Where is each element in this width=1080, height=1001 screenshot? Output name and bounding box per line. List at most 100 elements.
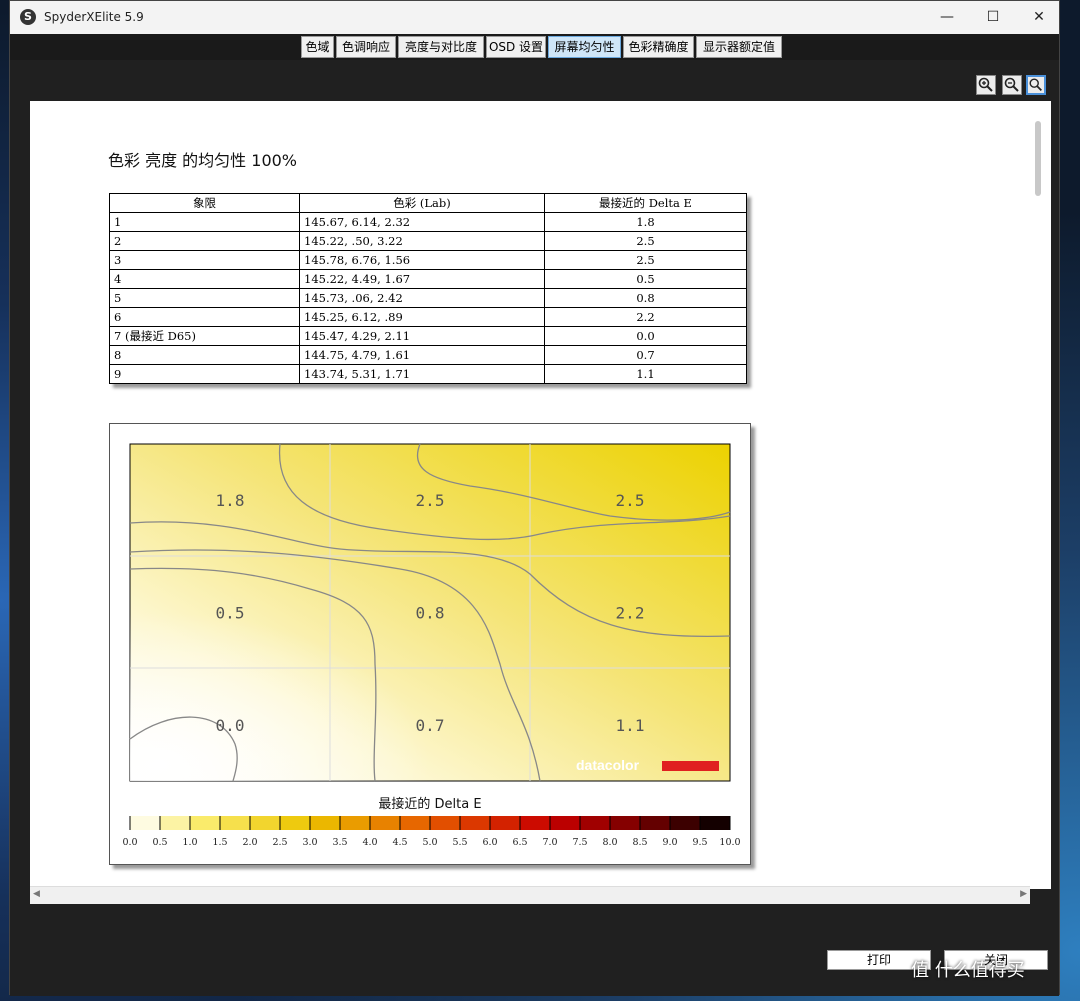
zoom-out-icon[interactable] [1002,75,1022,95]
report-page: 色彩 亮度 的均匀性 100% 象限 色彩 (Lab) 最接近的 Delta E… [30,101,1051,889]
scale-tick-label: 1.5 [212,837,227,848]
tab-tone-response[interactable]: 色调响应 [336,36,396,58]
scale-tick-label: 10.0 [719,837,740,848]
scale-tick-label: 8.0 [602,837,617,848]
heatmap-cell-value: 1.1 [616,716,645,735]
scale-tick-label: 5.0 [422,837,437,848]
table-row: 2 145.22, .50, 3.22 2.5 [109,231,747,251]
maximize-icon[interactable]: ☐ [970,1,1016,34]
scale-segment [130,816,161,830]
table-row: 5 145.73, .06, 2.42 0.8 [109,288,747,308]
scale-tick-label: 5.5 [452,837,467,848]
zoom-fit-icon[interactable] [1026,75,1046,95]
title-bar: S SpyderXElite 5.9 — ☐ ✕ [10,1,1059,34]
heatmap-cell-value: 1.8 [216,491,245,510]
tab-brightness-contrast[interactable]: 亮度与对比度 [398,36,484,58]
scale-tick-label: 3.0 [302,837,317,848]
scale-tick-label: 0.5 [152,837,167,848]
datacolor-logo-text: datacolor [576,757,640,773]
scale-tick-label: 9.5 [692,837,707,848]
header-delta-e: 最接近的 Delta E [544,193,747,213]
header-quadrant: 象限 [109,193,300,213]
table-row: 1 145.67, 6.14, 2.32 1.8 [109,212,747,232]
scale-tick-label: 7.5 [572,837,587,848]
cell-quadrant: 1 [109,212,300,232]
scale-tick-label: 9.0 [662,837,677,848]
cell-delta-e: 0.7 [544,345,747,365]
tab-bar: 色域 色调响应 亮度与对比度 OSD 设置 屏幕均匀性 色彩精确度 显示器额定值 [10,34,1059,60]
cell-quadrant: 8 [109,345,300,365]
cell-delta-e: 0.8 [544,288,747,308]
header-lab: 色彩 (Lab) [299,193,545,213]
cell-delta-e: 1.8 [544,212,747,232]
vertical-scroll-thumb[interactable] [1035,121,1041,196]
cell-delta-e: 0.5 [544,269,747,289]
heatmap-cell-value: 0.7 [416,716,445,735]
cell-lab: 145.67, 6.14, 2.32 [299,212,545,232]
table-row: 7 (最接近 D65) 145.47, 4.29, 2.11 0.0 [109,326,747,346]
app-icon: S [20,9,36,25]
cell-delta-e: 2.5 [544,250,747,270]
heatmap-cell-value: 2.5 [616,491,645,510]
uniformity-table: 象限 色彩 (Lab) 最接近的 Delta E 1 145.67, 6.14, … [109,193,747,384]
tab-color-accuracy[interactable]: 色彩精确度 [623,36,694,58]
heatmap-svg: 1.8 2.5 2.5 0.5 0.8 2.2 0.0 0.7 1.1 datacolor 最接… [122,443,741,848]
zoom-in-icon[interactable] [976,75,996,95]
color-scale: 0.0 0.5 1.0 1.5 2.0 2.5 3.0 3.5 4.0 4.5 5.0 5.5 6.0 6… [122,816,741,848]
scale-tick-label: 2.0 [242,837,257,848]
tab-monitor-rating[interactable]: 显示器额定值 [696,36,782,58]
scale-segment [640,816,671,830]
scale-tick-label: 0.0 [122,837,137,848]
minimize-icon[interactable]: — [924,1,970,34]
cell-quadrant: 6 [109,307,300,327]
legend-title: 最接近的 Delta E [378,796,481,812]
table-row: 3 145.78, 6.76, 1.56 2.5 [109,250,747,270]
scale-tick-label: 4.5 [392,837,407,848]
scale-segment [400,816,431,830]
scale-segment [280,816,311,830]
table-row: 8 144.75, 4.79, 1.61 0.7 [109,345,747,365]
scale-segment [340,816,371,830]
tab-gamut[interactable]: 色域 [301,36,334,58]
cell-lab: 143.74, 5.31, 1.71 [299,364,545,384]
scale-tick-label: 4.0 [362,837,377,848]
scale-segment [370,816,401,830]
toolbar [10,60,1059,102]
cell-delta-e: 1.1 [544,364,747,384]
scale-segment [220,816,251,830]
table-row: 4 145.22, 4.49, 1.67 0.5 [109,269,747,289]
scale-segment [670,816,701,830]
table-row: 9 143.74, 5.31, 1.71 1.1 [109,364,747,384]
heatmap-cell-value: 0.8 [416,603,445,622]
cell-lab: 145.22, 4.49, 1.67 [299,269,545,289]
tab-screen-uniformity[interactable]: 屏幕均匀性 [548,36,621,58]
scale-segment [580,816,611,830]
table-header-row: 象限 色彩 (Lab) 最接近的 Delta E [109,193,747,213]
scale-segment [550,816,581,830]
horizontal-scrollbar[interactable]: ◀ ▶ [30,886,1030,904]
datacolor-logo-bar [662,761,719,771]
scale-segment [700,816,731,830]
cell-delta-e: 0.0 [544,326,747,346]
scale-tick-label: 8.5 [632,837,647,848]
tab-osd-settings[interactable]: OSD 设置 [486,36,546,58]
cell-quadrant: 3 [109,250,300,270]
scale-segment [190,816,221,830]
scroll-right-icon[interactable]: ▶ [1020,889,1027,899]
scale-tick-label: 7.0 [542,837,557,848]
scale-segment [310,816,341,830]
scroll-left-icon[interactable]: ◀ [33,889,40,899]
cell-delta-e: 2.5 [544,231,747,251]
cell-lab: 145.22, .50, 3.22 [299,231,545,251]
scale-tick-label: 6.0 [482,837,497,848]
cell-lab: 145.47, 4.29, 2.11 [299,326,545,346]
cell-delta-e: 2.2 [544,307,747,327]
scale-segment [520,816,551,830]
vertical-scrollbar[interactable] [1048,101,1051,201]
cell-quadrant: 9 [109,364,300,384]
cell-quadrant: 2 [109,231,300,251]
scale-segment [460,816,491,830]
scale-tick-label: 1.0 [182,837,197,848]
close-window-icon[interactable]: ✕ [1016,1,1062,34]
app-window: S SpyderXElite 5.9 — ☐ ✕ 色域 色调响应 亮度与对比度 … [9,0,1060,996]
